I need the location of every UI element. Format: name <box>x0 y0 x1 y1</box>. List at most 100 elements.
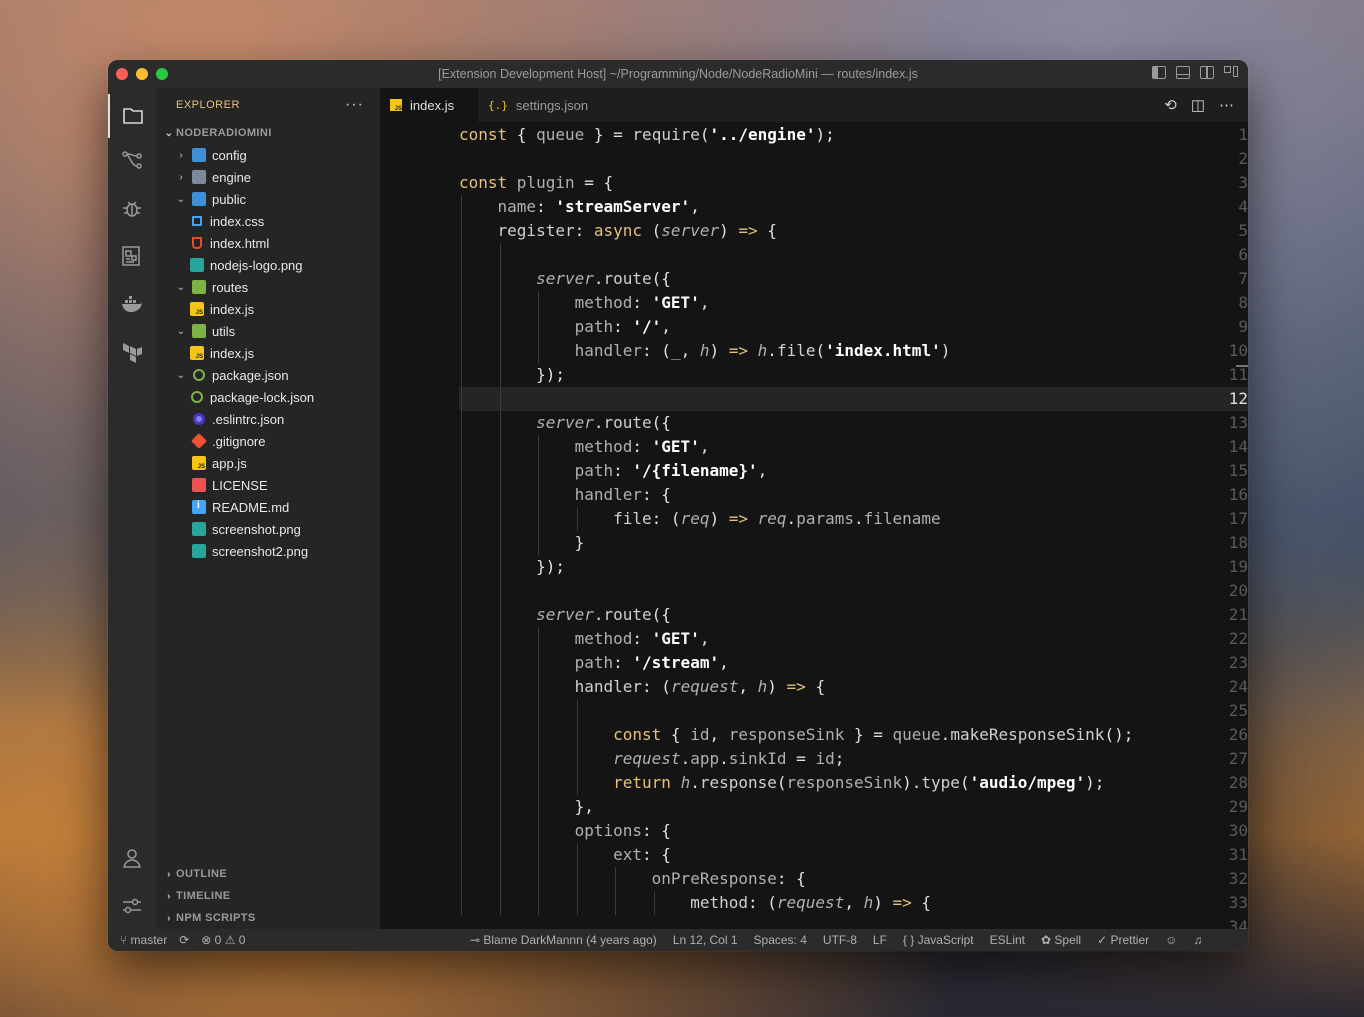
code-token: . <box>593 605 604 624</box>
toggle-secondary-sidebar-icon[interactable] <box>1200 66 1214 79</box>
tab-label: settings.json <box>515 97 589 113</box>
problems-indicator[interactable]: ⊗ 0 ⚠ 0 <box>201 933 245 947</box>
feedback-icon[interactable]: ☺ <box>1165 933 1177 947</box>
customize-layout-icon[interactable] <box>1224 66 1238 79</box>
code-token: queue <box>536 125 585 144</box>
tree-item[interactable]: app.js <box>156 452 380 474</box>
sync-icon[interactable]: ⟳ <box>179 933 189 947</box>
tab-index-js[interactable]: index.js <box>380 88 478 122</box>
tree-item[interactable]: package-lock.json <box>156 386 380 408</box>
maximize-window-button[interactable] <box>156 68 168 80</box>
docker-icon[interactable] <box>108 282 156 326</box>
split-editor-icon[interactable]: ◫ <box>1191 96 1205 114</box>
tree-item[interactable]: › engine <box>156 166 380 188</box>
code-token: req <box>680 509 710 528</box>
terraform-icon[interactable] <box>108 330 156 374</box>
tree-item[interactable]: ⌄ utils <box>156 320 380 342</box>
spell-status[interactable]: ✿ Spell <box>1041 933 1081 947</box>
code-token: handler <box>574 677 643 696</box>
minimize-window-button[interactable] <box>136 68 148 80</box>
code-token: , <box>690 197 700 216</box>
tab-settings-json[interactable]: {.} settings.json <box>478 88 602 122</box>
tree-item[interactable]: screenshot.png <box>156 518 380 540</box>
more-actions-icon[interactable]: ⋯ <box>1219 96 1234 114</box>
code-token: ({ <box>651 413 671 432</box>
chevron-down-icon[interactable]: ⌄ <box>174 194 188 205</box>
tree-item[interactable]: index.js <box>156 342 380 364</box>
code-token: }, <box>459 797 594 816</box>
project-section-header[interactable]: ⌄ NODERADIOMINI <box>156 122 380 144</box>
tree-item[interactable]: index.js <box>156 298 380 320</box>
code-line: method: 'GET', <box>459 435 710 459</box>
tree-item[interactable]: LICENSE <box>156 474 380 496</box>
tree-item[interactable]: index.html <box>156 232 380 254</box>
chevron-right-icon[interactable]: › <box>174 172 188 183</box>
code-token: '/stream' <box>632 653 720 672</box>
code-token: 'audio/mpeg' <box>969 773 1086 792</box>
json-file-icon: {.} <box>488 98 508 112</box>
tree-item-label: nodejs-logo.png <box>210 257 303 273</box>
tree-item[interactable]: index.css <box>156 210 380 232</box>
tree-item[interactable]: › config <box>156 144 380 166</box>
account-icon[interactable] <box>108 836 156 880</box>
code-line: const plugin = { <box>459 171 613 195</box>
cursor-position[interactable]: Ln 12, Col 1 <box>673 933 738 947</box>
code-token: . <box>719 749 729 768</box>
settings-manage-icon[interactable] <box>108 884 156 928</box>
npm-scripts-section[interactable]: › NPM SCRIPTS <box>156 907 380 929</box>
chevron-right-icon[interactable]: › <box>174 150 188 161</box>
code-token: . <box>786 509 797 528</box>
eslint-status[interactable]: ESLint <box>990 933 1025 947</box>
tree-item[interactable]: .eslintrc.json <box>156 408 380 430</box>
tree-item[interactable]: README.md <box>156 496 380 518</box>
css-file-icon <box>190 214 204 228</box>
indentation[interactable]: Spaces: 4 <box>754 933 807 947</box>
end-of-line[interactable]: LF <box>873 933 887 947</box>
toggle-panel-icon[interactable] <box>1176 66 1190 79</box>
npm-scripts-label: NPM SCRIPTS <box>176 912 256 924</box>
git-blame[interactable]: ⊸ Blame DarkMannn (4 years ago) <box>470 933 657 947</box>
branch-indicator[interactable]: ⑂ master <box>120 933 167 947</box>
tree-item-label: .eslintrc.json <box>212 411 285 427</box>
code-token: server <box>536 269 594 288</box>
explorer-sidebar: EXPLORER ··· ⌄ NODERADIOMINI › config › eng… <box>156 88 380 929</box>
code-token: } <box>459 533 585 552</box>
code-token: '/{filename}' <box>632 461 758 480</box>
line-number: 10 <box>1228 341 1248 360</box>
more-actions-icon[interactable]: ··· <box>345 96 364 114</box>
tree-item[interactable]: screenshot2.png <box>156 540 380 562</box>
outline-section[interactable]: › OUTLINE <box>156 863 380 885</box>
code-token: : ( <box>651 509 681 528</box>
code-token: 'GET' <box>651 293 700 312</box>
history-icon[interactable]: ⟲ <box>1164 96 1177 114</box>
chevron-down-icon[interactable]: ⌄ <box>174 282 188 293</box>
tree-item[interactable]: ⌄ public <box>156 188 380 210</box>
toggle-sidebar-icon[interactable] <box>1152 66 1166 79</box>
explorer-icon[interactable] <box>108 94 156 138</box>
prettier-status[interactable]: ✓ Prettier <box>1097 933 1149 947</box>
timeline-section[interactable]: › TIMELINE <box>156 885 380 907</box>
code-editor[interactable]: 1 const { queue } = require('../engine');… <box>380 122 1248 929</box>
line-number: 1 <box>1238 125 1248 144</box>
code-token: 'streamServer' <box>555 197 691 216</box>
chevron-down-icon[interactable]: ⌄ <box>174 370 188 381</box>
code-token: h <box>757 677 768 696</box>
tree-item[interactable]: nodejs-logo.png <box>156 254 380 276</box>
source-control-icon[interactable] <box>108 138 156 182</box>
tree-item[interactable]: ⌄ package.json <box>156 364 380 386</box>
info-icon <box>192 500 206 514</box>
encoding[interactable]: UTF-8 <box>823 933 857 947</box>
notifications-bell-icon[interactable]: ♫ <box>1193 933 1202 947</box>
chevron-down-icon[interactable]: ⌄ <box>174 326 188 337</box>
tree-item[interactable]: .gitignore <box>156 430 380 452</box>
close-window-button[interactable] <box>116 68 128 80</box>
outline-label: OUTLINE <box>176 868 228 880</box>
language-mode[interactable]: { } JavaScript <box>903 933 974 947</box>
tree-item[interactable]: ⌄ routes <box>156 276 380 298</box>
extensions-icon[interactable] <box>108 234 156 278</box>
line-number: 28 <box>1228 773 1248 792</box>
code-token: , <box>719 653 729 672</box>
debug-icon[interactable] <box>108 186 156 230</box>
